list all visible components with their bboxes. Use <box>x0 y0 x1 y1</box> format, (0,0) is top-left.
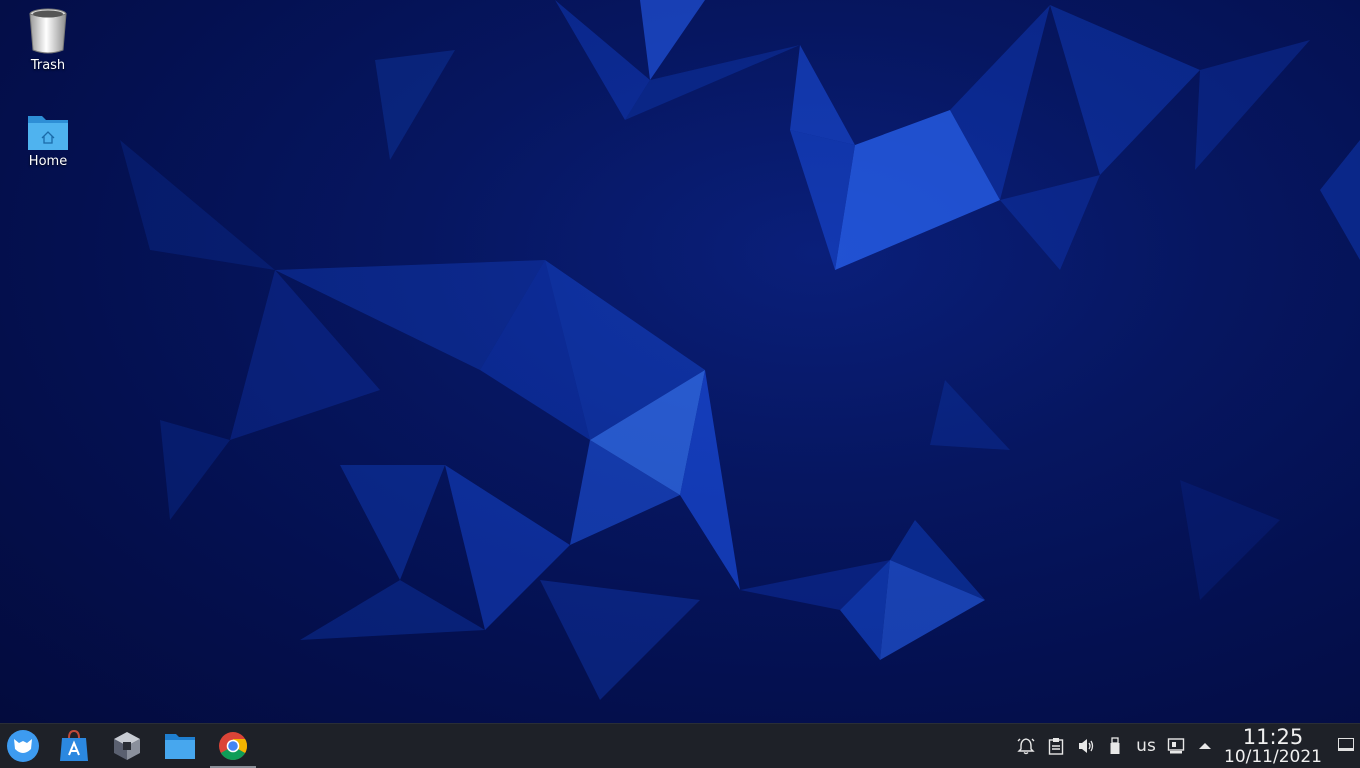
desktop-icon-trash[interactable]: Trash <box>8 6 88 73</box>
usb-icon <box>1110 737 1120 754</box>
home-folder-icon <box>28 116 68 150</box>
folder-icon <box>165 734 195 759</box>
virtual-machine-button[interactable] <box>104 724 150 768</box>
store-icon <box>60 730 88 761</box>
desktop-icon-home[interactable]: Home <box>8 112 88 169</box>
clock-time: 11:25 <box>1242 725 1304 749</box>
tray-expand-button[interactable] <box>1195 724 1215 768</box>
show-desktop-button[interactable] <box>1338 738 1354 751</box>
volume-icon <box>1079 739 1094 753</box>
file-manager-button[interactable] <box>157 724 203 768</box>
desktop: Trash Home <box>0 0 1360 723</box>
wallpaper <box>120 0 1360 700</box>
cube-icon <box>114 732 140 760</box>
clipboard-tray[interactable] <box>1045 724 1067 768</box>
clock-date: 10/11/2021 <box>1224 747 1322 767</box>
chrome-icon <box>219 732 247 760</box>
software-store-button[interactable] <box>51 724 97 768</box>
notifications-icon <box>1017 738 1035 755</box>
trash-icon <box>29 8 67 54</box>
volume-tray[interactable] <box>1075 724 1097 768</box>
chrome-browser-button[interactable] <box>210 724 256 768</box>
chevron-up-icon <box>1199 743 1211 749</box>
taskbar: us 11:25 10/11/2021 <box>0 723 1360 768</box>
network-icon <box>1167 738 1185 754</box>
digital-clock[interactable]: 11:25 10/11/2021 <box>1220 726 1326 766</box>
app-menu-icon <box>7 730 39 762</box>
clipboard-icon <box>1048 738 1064 755</box>
application-launcher-button[interactable] <box>0 724 46 768</box>
notifications-tray[interactable] <box>1015 724 1037 768</box>
desktop-icon-label: Home <box>28 154 68 169</box>
desktop-icon-label: Trash <box>30 58 66 73</box>
usb-tray[interactable] <box>1105 724 1125 768</box>
keyboard-layout-indicator[interactable]: us <box>1130 724 1162 768</box>
network-tray[interactable] <box>1165 724 1187 768</box>
